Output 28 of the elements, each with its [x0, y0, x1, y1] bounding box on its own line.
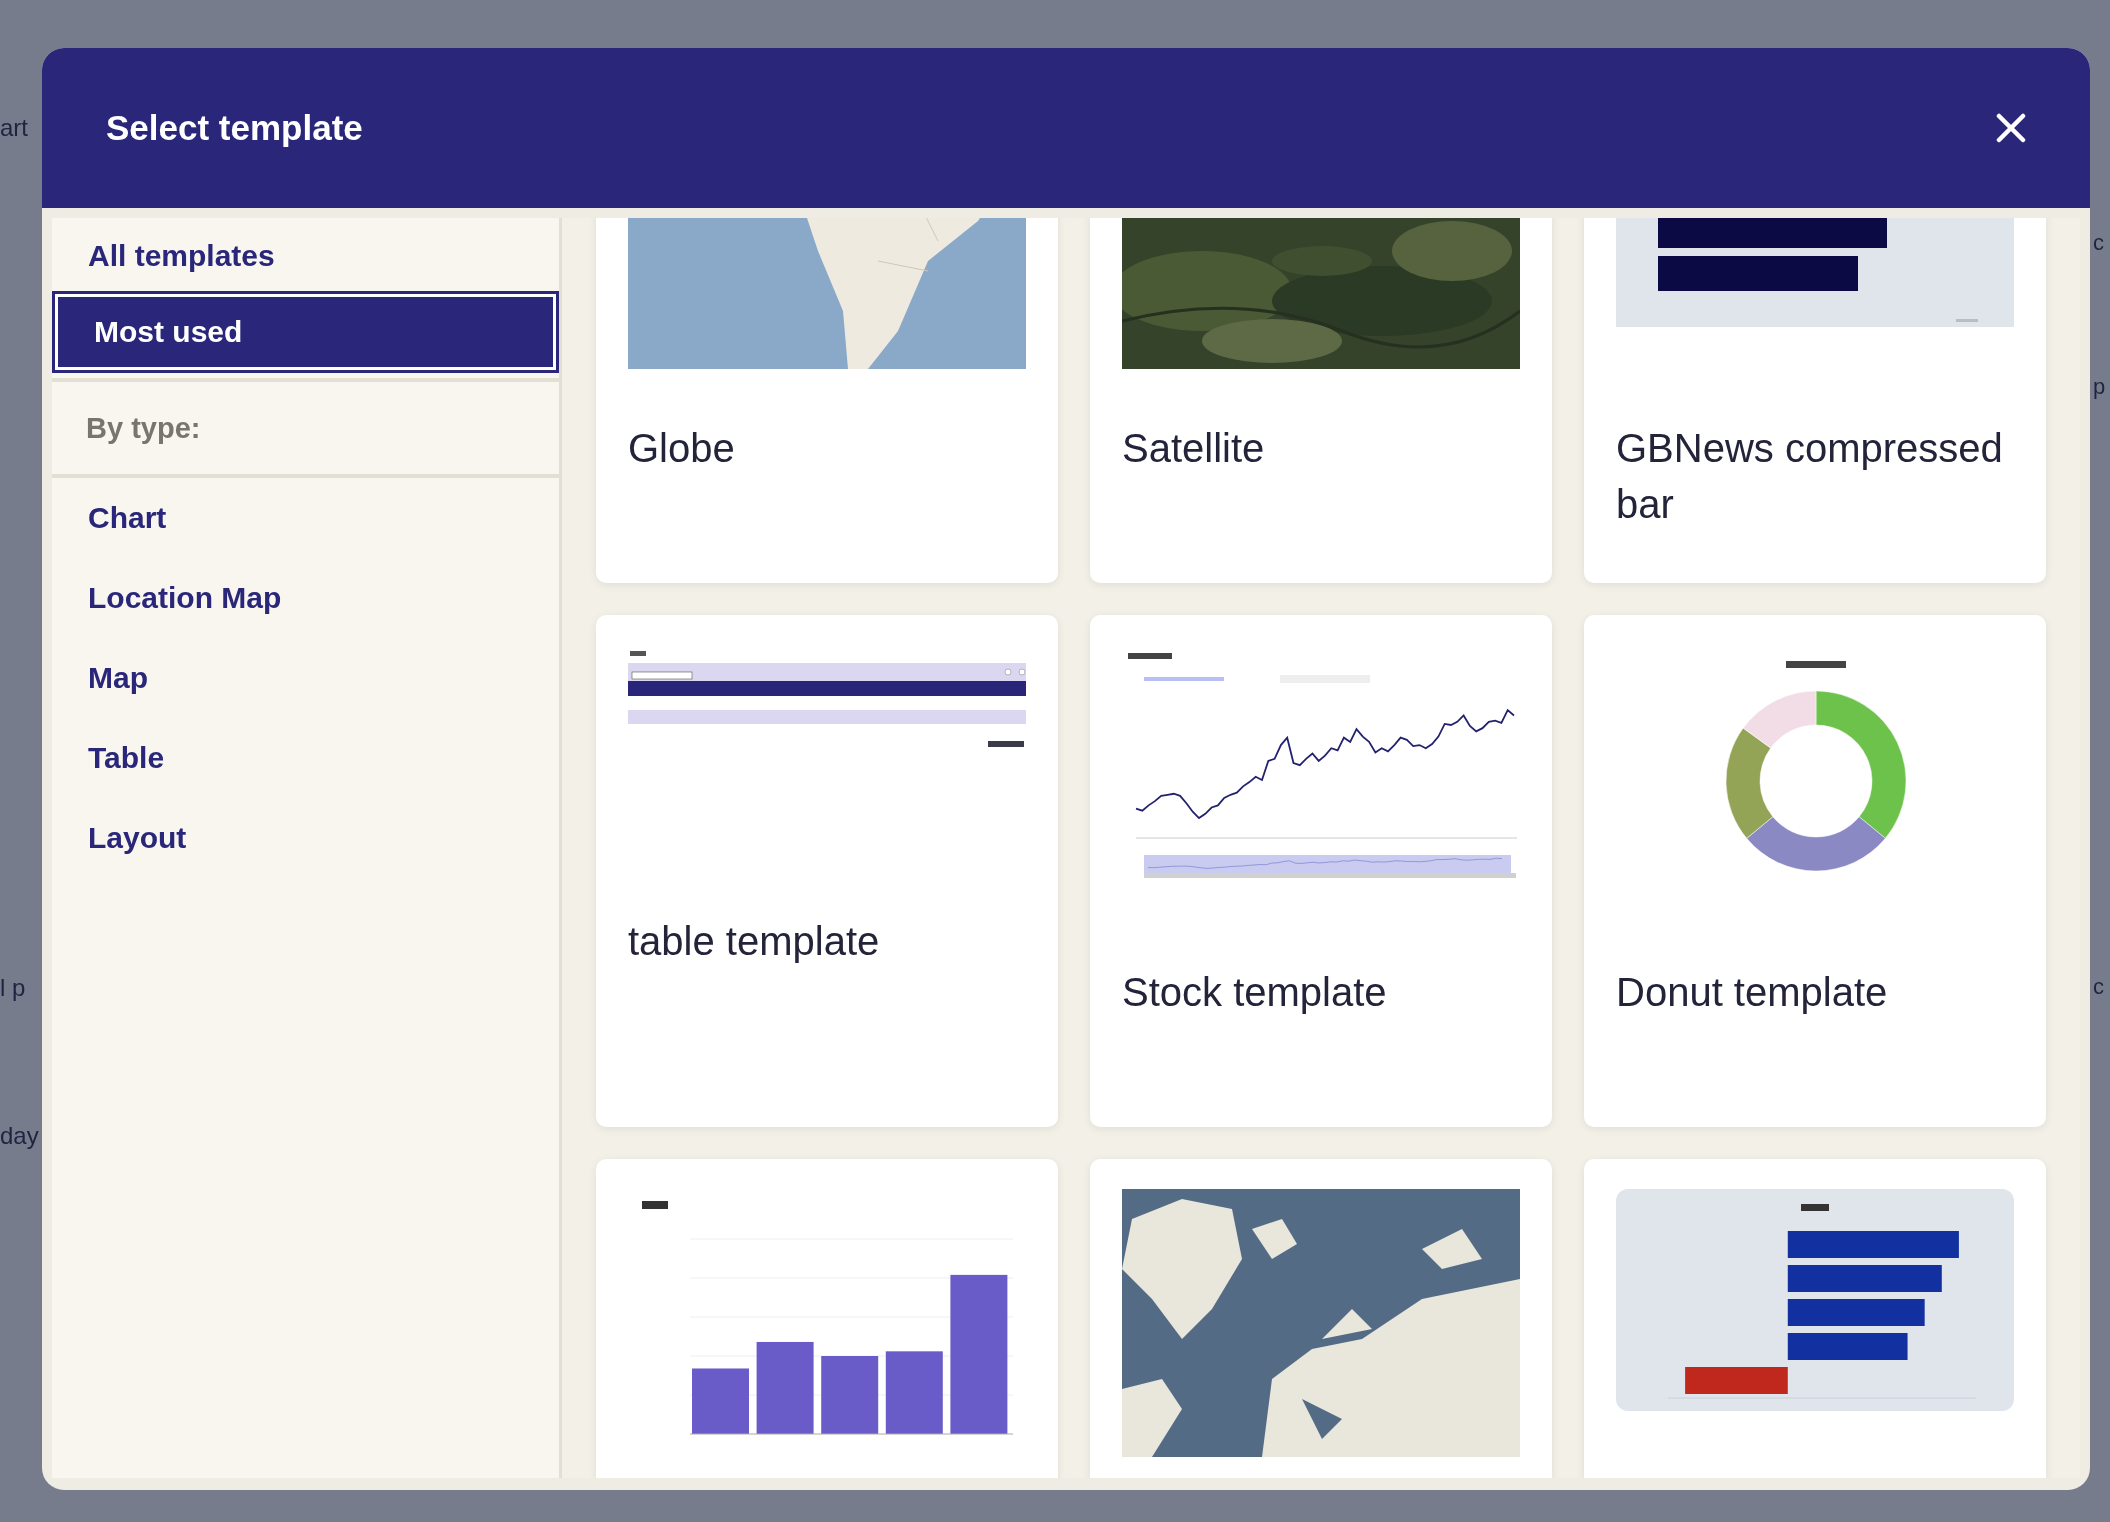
- background-text: c: [2093, 976, 2104, 998]
- background-text: art: [0, 116, 28, 140]
- template-card[interactable]: Satellite: [1090, 218, 1552, 583]
- sidebar-item[interactable]: Chart: [52, 478, 559, 558]
- template-card[interactable]: Donut template: [1584, 615, 2046, 1127]
- template-title: Satellite: [1122, 425, 1266, 472]
- section-heading: By type:: [86, 411, 201, 445]
- sidebar-item[interactable]: Layout: [52, 798, 559, 878]
- template-title: Stock template: [1122, 969, 1388, 1016]
- sidebar-item[interactable]: Most used: [55, 294, 556, 370]
- sidebar-item[interactable]: Location Map: [52, 558, 559, 638]
- template-title: table template: [628, 918, 881, 965]
- background-text: c: [2093, 232, 2104, 254]
- template-title: GBNews compressed bar: [1616, 425, 2004, 528]
- template-card[interactable]: Globe: [596, 218, 1058, 583]
- sidebar-item[interactable]: Map: [52, 638, 559, 718]
- template-card[interactable]: table template: [596, 615, 1058, 1127]
- sidebar-item[interactable]: Table: [52, 718, 559, 798]
- template-card[interactable]: Stock template: [1090, 615, 1552, 1127]
- background-text: p: [2093, 376, 2106, 398]
- sidebar-item[interactable]: All templates: [52, 218, 559, 294]
- dialog-title: Select template: [106, 108, 363, 148]
- background-text: l p: [0, 976, 26, 1000]
- template-card[interactable]: GBNews compressed bar: [1584, 218, 2046, 583]
- background-text: day: [0, 1124, 39, 1148]
- template-title: Globe: [628, 425, 736, 472]
- template-title: Donut template: [1616, 969, 1889, 1016]
- close-icon[interactable]: [1996, 113, 2026, 143]
